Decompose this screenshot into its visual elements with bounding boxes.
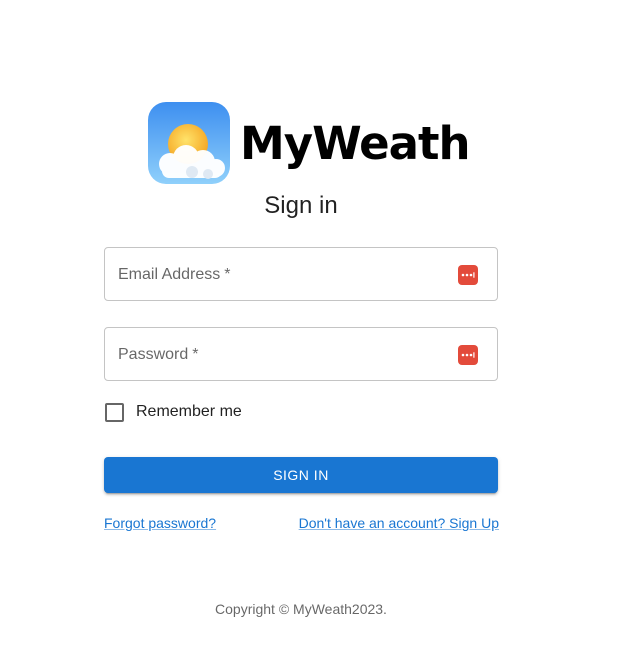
brand-name: MyWeath: [240, 116, 471, 170]
remember-me-label[interactable]: Remember me: [136, 403, 242, 421]
password-input[interactable]: [118, 328, 442, 382]
password-manager-icon[interactable]: [458, 265, 478, 285]
password-field[interactable]: Password *: [104, 327, 498, 382]
sun-cloud-icon: [148, 102, 230, 184]
sign-in-page: MyWeath Sign in Email Address * Password *: [0, 0, 618, 664]
email-input[interactable]: [118, 248, 442, 302]
brand-logo: MyWeath: [148, 101, 471, 185]
forgot-password-link[interactable]: Forgot password?: [104, 514, 216, 532]
sign-in-button[interactable]: Sign In: [104, 457, 498, 493]
sign-up-link[interactable]: Don't have an account? Sign Up: [299, 514, 499, 532]
remember-me-checkbox[interactable]: [105, 402, 124, 422]
password-manager-icon[interactable]: [458, 345, 478, 365]
email-field[interactable]: Email Address *: [104, 247, 498, 302]
remember-me-row[interactable]: Remember me: [104, 400, 242, 424]
page-title: Sign in: [264, 192, 338, 219]
copyright-text: Copyright © MyWeath2023.: [215, 601, 387, 617]
